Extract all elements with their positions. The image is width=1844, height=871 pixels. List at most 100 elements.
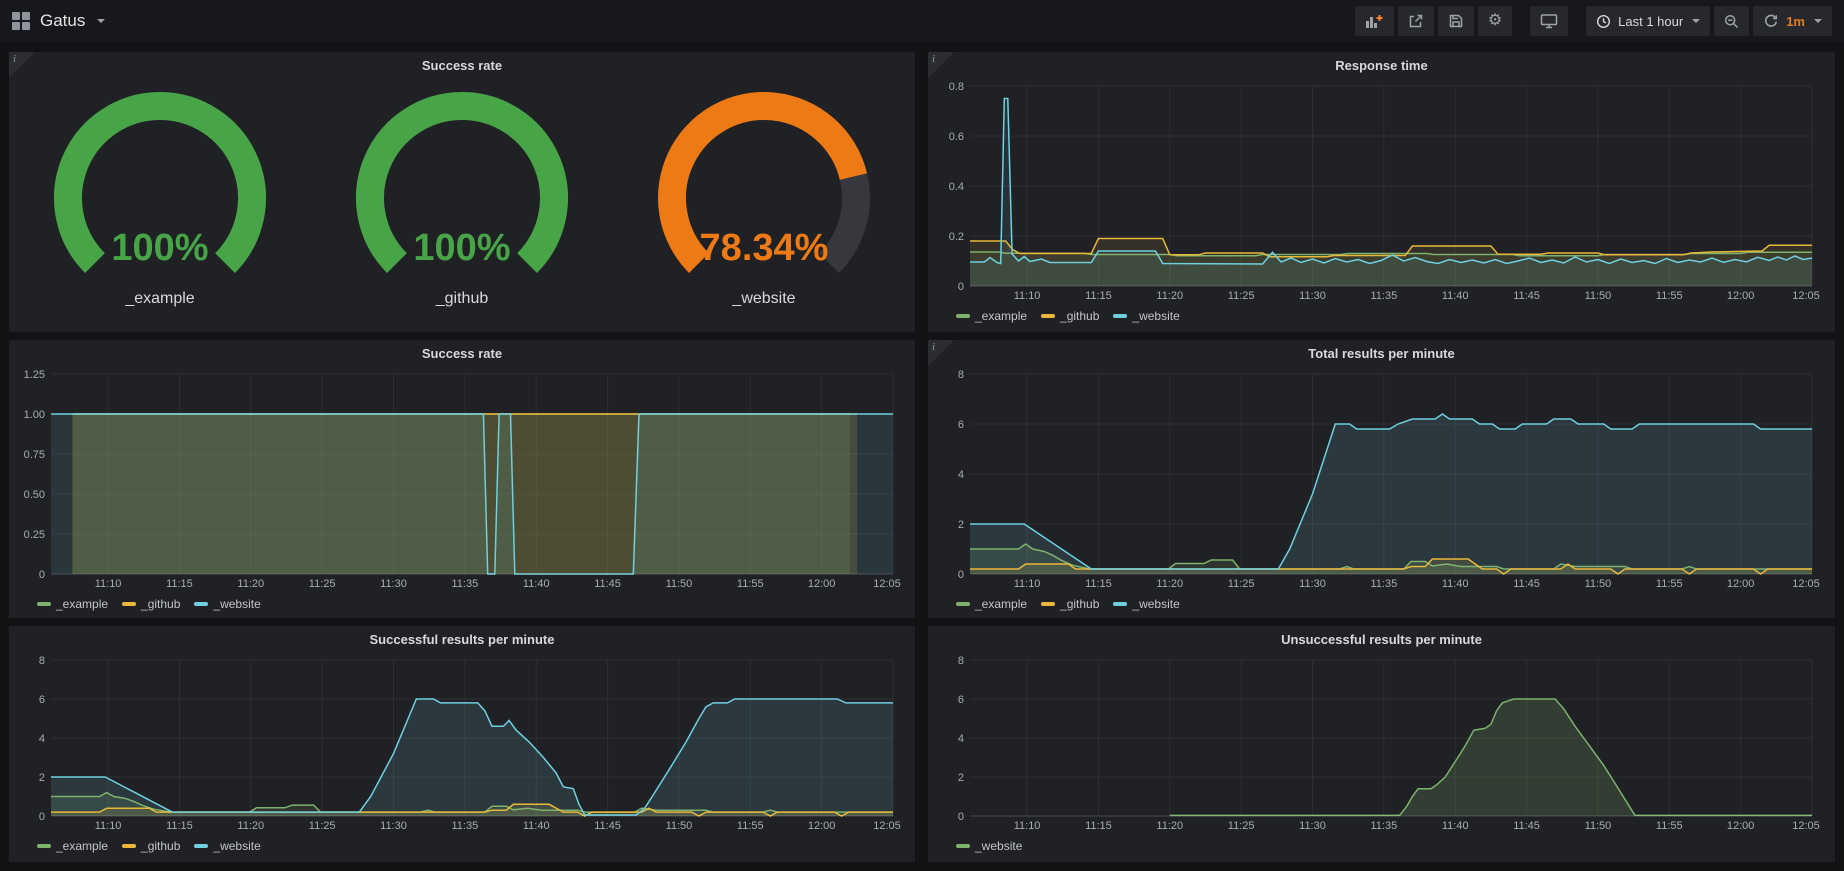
x-tick-label: 11:25 bbox=[1228, 290, 1255, 302]
y-tick-label: 0.25 bbox=[24, 529, 45, 541]
gauge-arc: 78.34% bbox=[618, 82, 910, 288]
chart-legend: _website bbox=[928, 834, 1835, 858]
legend-label: _github bbox=[1060, 309, 1099, 323]
legend-item-website[interactable]: _website bbox=[194, 839, 260, 853]
tv-mode-button[interactable] bbox=[1530, 6, 1568, 36]
legend-color-dash bbox=[122, 844, 136, 848]
y-tick-label: 2 bbox=[958, 772, 964, 784]
legend-color-dash bbox=[1041, 314, 1055, 318]
add-panel-button[interactable] bbox=[1355, 6, 1394, 36]
legend-item-website[interactable]: _website bbox=[1113, 309, 1179, 323]
x-tick-label: 11:35 bbox=[452, 820, 479, 832]
panel-total-results: i Total results per minute 11:1011:1511:… bbox=[928, 340, 1835, 618]
info-icon: i bbox=[932, 341, 935, 353]
info-corner[interactable]: i bbox=[9, 52, 35, 78]
y-tick-label: 4 bbox=[39, 733, 45, 745]
x-tick-label: 12:05 bbox=[1792, 820, 1820, 832]
gauge-value: 100% bbox=[111, 227, 208, 269]
x-tick-label: 11:15 bbox=[166, 820, 193, 832]
panel-title[interactable]: Success rate bbox=[9, 52, 915, 78]
tv-monitor-icon bbox=[1540, 13, 1558, 29]
panel-title[interactable]: Successful results per minute bbox=[9, 626, 915, 652]
y-tick-label: 8 bbox=[958, 655, 964, 667]
y-tick-label: 1.25 bbox=[24, 369, 45, 381]
gauge-github[interactable]: 100%_github bbox=[316, 82, 608, 308]
clock-icon bbox=[1596, 14, 1611, 29]
x-tick-label: 11:50 bbox=[666, 820, 693, 832]
caret-down-icon bbox=[1814, 19, 1822, 23]
y-tick-label: 0.2 bbox=[949, 231, 964, 243]
x-tick-label: 11:35 bbox=[452, 578, 479, 590]
x-tick-label: 11:10 bbox=[1014, 820, 1041, 832]
success-rate-chart[interactable]: 11:1011:1511:2011:2511:3011:3511:4011:45… bbox=[17, 366, 907, 592]
x-tick-label: 11:40 bbox=[1442, 820, 1469, 832]
zoom-out-icon bbox=[1724, 14, 1739, 29]
grid-logo-icon[interactable] bbox=[12, 12, 30, 30]
y-tick-label: 0 bbox=[958, 569, 964, 581]
x-tick-label: 11:40 bbox=[523, 820, 550, 832]
panel-title[interactable]: Unsuccessful results per minute bbox=[928, 626, 1835, 652]
legend-item-website[interactable]: _website bbox=[956, 839, 1022, 853]
legend-color-dash bbox=[37, 844, 51, 848]
gauge-remainder-arc bbox=[829, 177, 856, 263]
share-button[interactable] bbox=[1398, 6, 1434, 36]
legend-label: _website bbox=[975, 839, 1022, 853]
x-tick-label: 12:00 bbox=[808, 820, 836, 832]
x-tick-label: 11:15 bbox=[1085, 578, 1112, 590]
navbar-left: Gatus bbox=[12, 11, 105, 31]
refresh-picker[interactable]: 1m bbox=[1753, 6, 1832, 36]
legend-item-example[interactable]: _example bbox=[956, 309, 1027, 323]
info-icon: i bbox=[932, 53, 935, 65]
successful-results-chart[interactable]: 11:1011:1511:2011:2511:3011:3511:4011:45… bbox=[17, 652, 907, 834]
chart-legend: _example _github _website bbox=[928, 304, 1835, 328]
legend-item-website[interactable]: _website bbox=[1113, 597, 1179, 611]
panel-response-time: i Response time 11:1011:1511:2011:2511:3… bbox=[928, 52, 1835, 332]
y-tick-label: 8 bbox=[958, 369, 964, 381]
legend-item-example[interactable]: _example bbox=[37, 597, 108, 611]
x-tick-label: 11:25 bbox=[1228, 578, 1255, 590]
info-corner[interactable]: i bbox=[928, 52, 954, 78]
x-tick-label: 12:05 bbox=[1792, 290, 1820, 302]
response-time-chart[interactable]: 11:1011:1511:2011:2511:3011:3511:4011:45… bbox=[936, 78, 1826, 304]
x-tick-label: 11:25 bbox=[309, 820, 336, 832]
legend-item-github[interactable]: _github bbox=[1041, 597, 1099, 611]
x-tick-label: 11:55 bbox=[737, 820, 764, 832]
legend-label: _example bbox=[56, 839, 108, 853]
unsuccessful-results-chart[interactable]: 11:1011:1511:2011:2511:3011:3511:4011:45… bbox=[936, 652, 1826, 834]
caret-down-icon bbox=[1692, 19, 1700, 23]
gauge-website[interactable]: 78.34%_website bbox=[618, 82, 910, 308]
y-tick-label: 0.75 bbox=[24, 449, 45, 461]
y-tick-label: 0.6 bbox=[949, 131, 964, 143]
legend-item-github[interactable]: _github bbox=[122, 597, 180, 611]
x-tick-label: 11:25 bbox=[1228, 820, 1255, 832]
x-tick-label: 11:30 bbox=[1299, 578, 1326, 590]
panel-success-rate-gauges: i Success rate 100% _example 100%_github78… bbox=[9, 52, 915, 332]
x-tick-label: 11:55 bbox=[1656, 820, 1683, 832]
x-tick-label: 12:05 bbox=[873, 578, 901, 590]
gauge-arc: 100% bbox=[14, 82, 306, 288]
legend-item-example[interactable]: _example bbox=[956, 597, 1027, 611]
y-tick-label: 0.4 bbox=[949, 181, 964, 193]
info-corner[interactable]: i bbox=[928, 340, 954, 366]
dashboard-title[interactable]: Gatus bbox=[40, 11, 85, 31]
legend-item-website[interactable]: _website bbox=[194, 597, 260, 611]
legend-item-github[interactable]: _github bbox=[1041, 309, 1099, 323]
x-tick-label: 12:00 bbox=[1727, 290, 1755, 302]
x-tick-label: 11:10 bbox=[95, 578, 122, 590]
gauge-label: _example bbox=[125, 290, 194, 308]
panel-title[interactable]: Success rate bbox=[9, 340, 915, 366]
legend-item-example[interactable]: _example bbox=[37, 839, 108, 853]
panel-title[interactable]: Total results per minute bbox=[928, 340, 1835, 366]
zoom-out-button[interactable] bbox=[1714, 6, 1749, 36]
panel-title[interactable]: Response time bbox=[928, 52, 1835, 78]
y-tick-label: 0 bbox=[958, 281, 964, 293]
save-button[interactable] bbox=[1438, 6, 1474, 36]
x-tick-label: 11:50 bbox=[1585, 290, 1612, 302]
gauge-example[interactable]: 100% _example bbox=[14, 82, 306, 308]
series-area-_website bbox=[51, 414, 893, 574]
total-results-chart[interactable]: 11:1011:1511:2011:2511:3011:3511:4011:45… bbox=[936, 366, 1826, 592]
caret-down-icon[interactable] bbox=[97, 19, 105, 23]
time-range-picker[interactable]: Last 1 hour bbox=[1586, 6, 1710, 36]
settings-button[interactable]: ⚙ bbox=[1478, 6, 1512, 36]
legend-item-github[interactable]: _github bbox=[122, 839, 180, 853]
